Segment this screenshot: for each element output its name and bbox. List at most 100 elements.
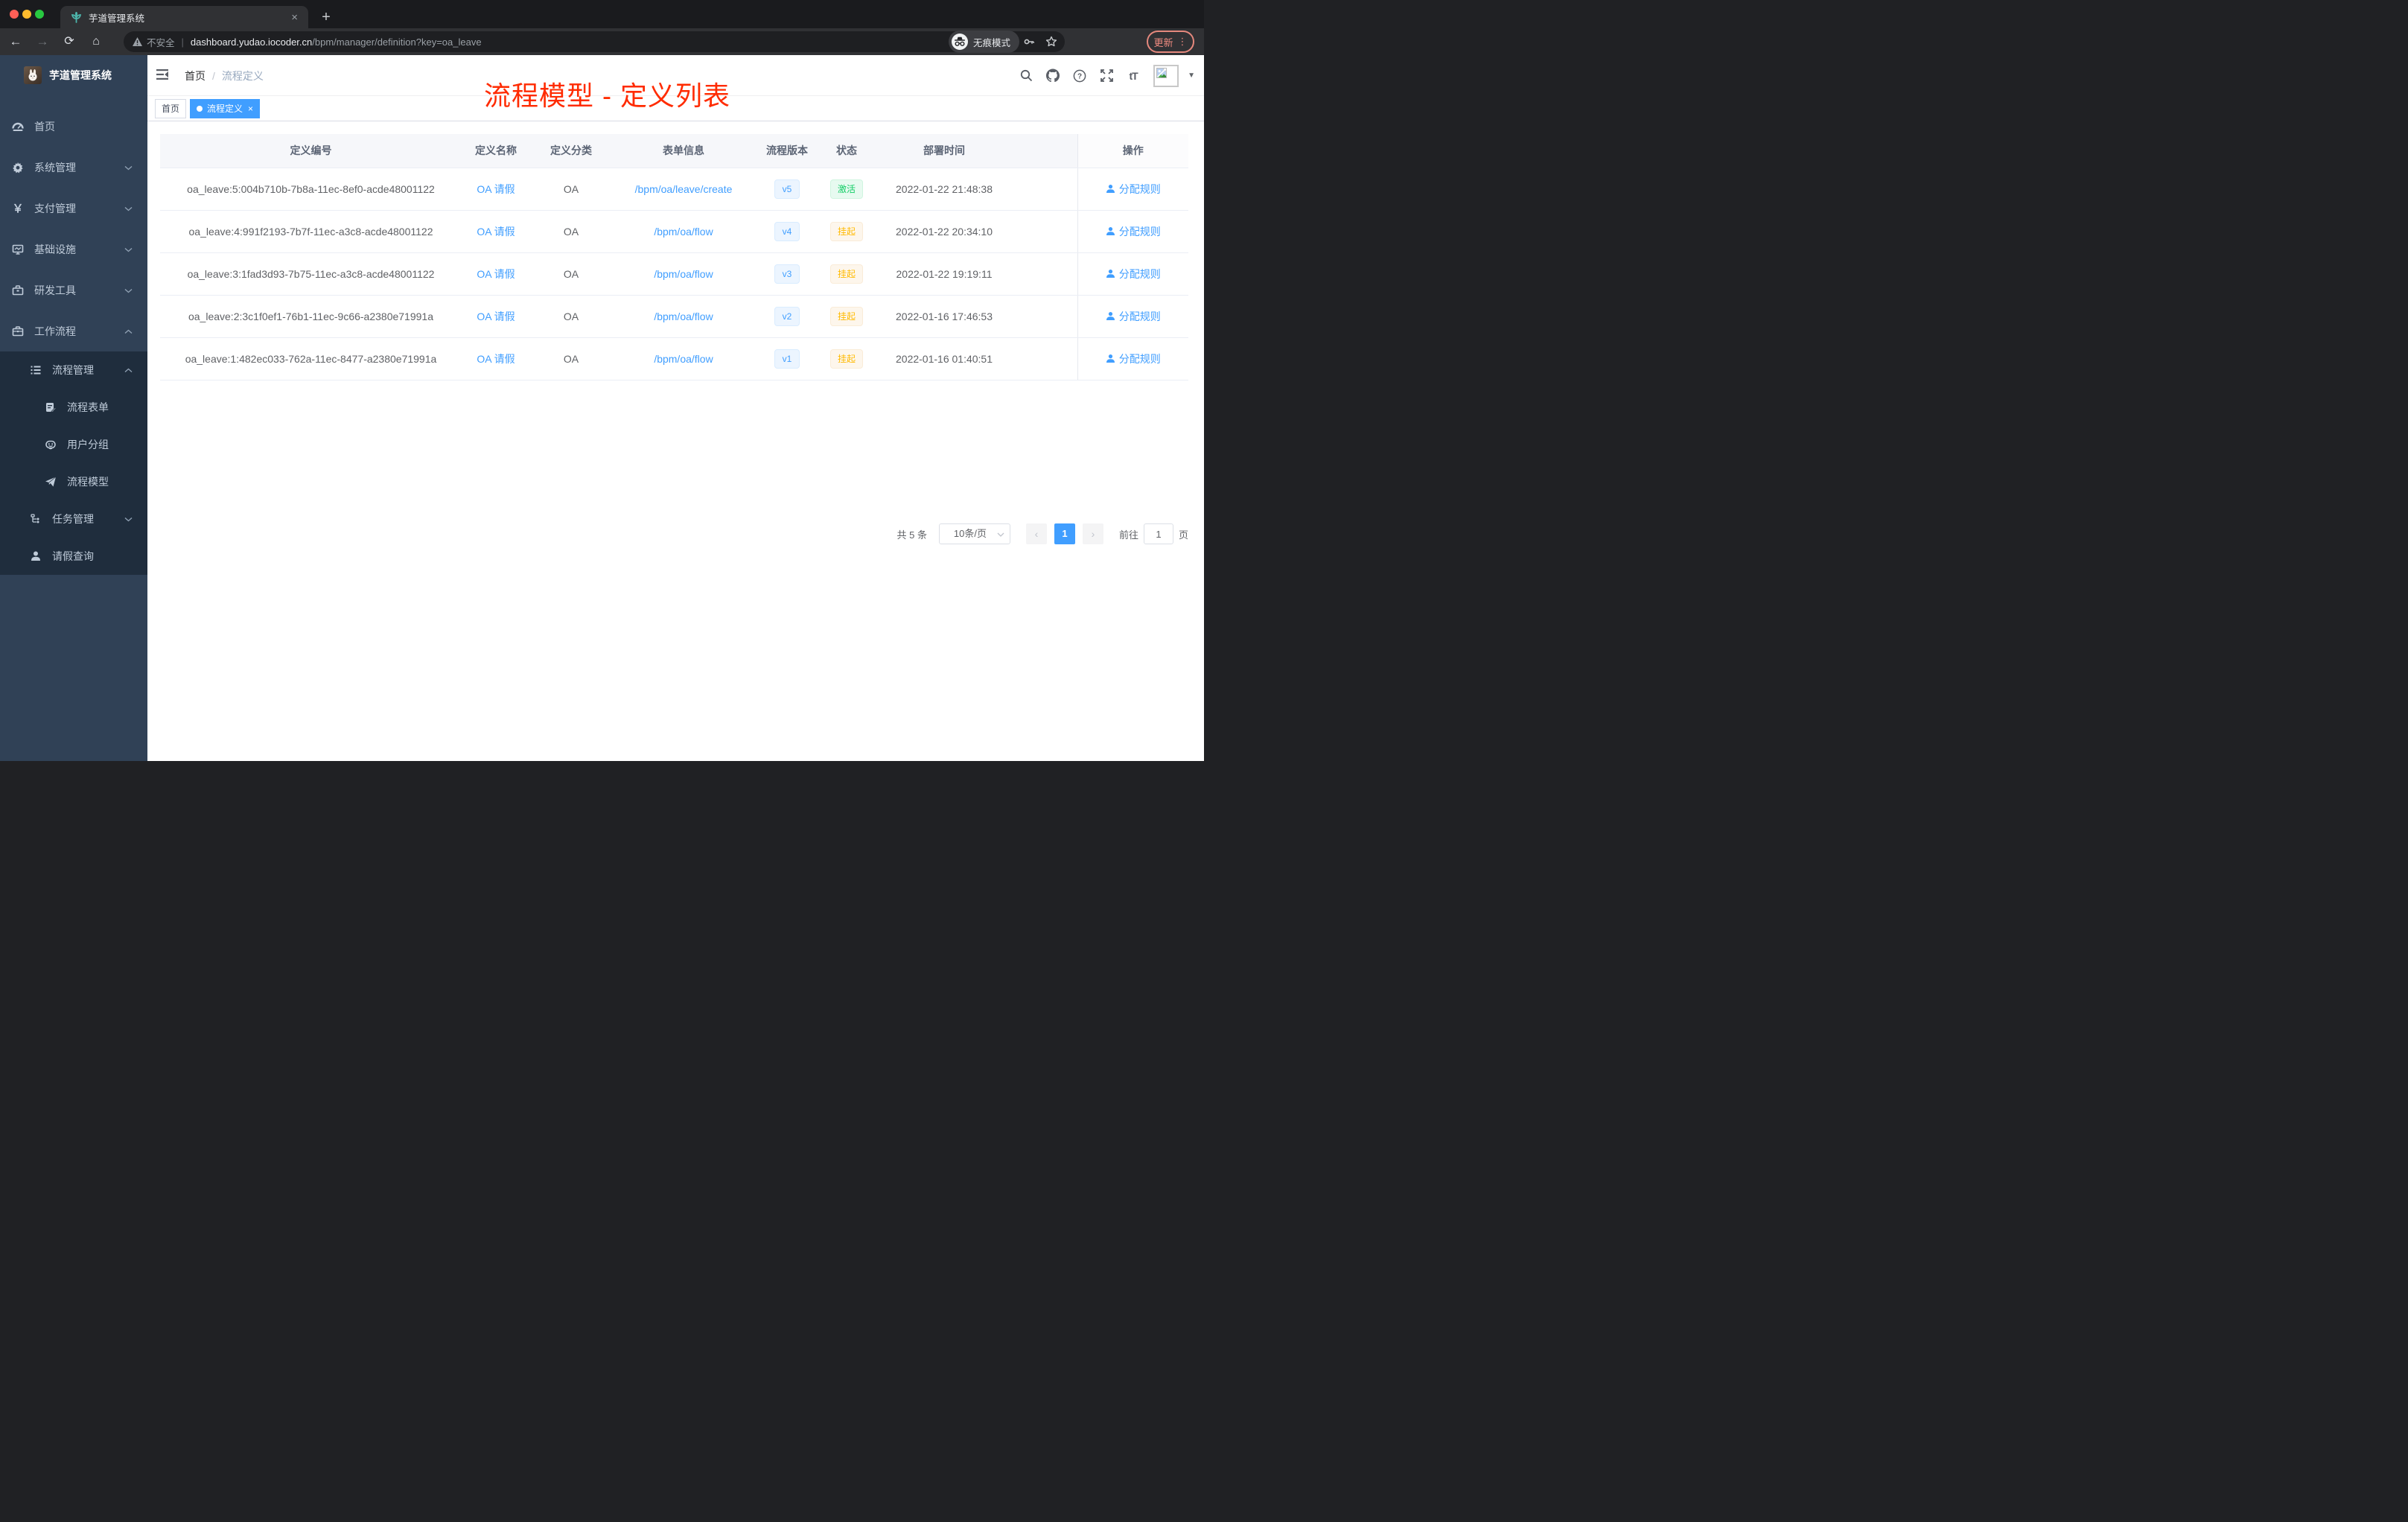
assign-rule-link[interactable]: 分配规则 (1106, 267, 1161, 281)
sidebar-item-devtools[interactable]: 研发工具 (0, 270, 147, 311)
assign-rule-link[interactable]: 分配规则 (1106, 224, 1161, 239)
window-minimize-button[interactable] (22, 10, 31, 19)
hamburger-icon[interactable] (155, 68, 170, 83)
user-group-face-icon (45, 439, 57, 450)
definition-name-link[interactable]: OA 请假 (477, 226, 515, 238)
next-page-button[interactable]: › (1082, 523, 1103, 544)
avatar-broken-image[interactable] (1153, 64, 1179, 87)
url-divider: | (181, 36, 184, 48)
navbar-actions: ? tT ▼ (1019, 55, 1195, 96)
definition-name-link[interactable]: OA 请假 (477, 268, 515, 280)
sidebar-item-label: 基础设施 (34, 243, 76, 255)
col-header-category: 定义分类 (530, 134, 612, 168)
sidebar-item-process-management[interactable]: 流程管理 (0, 351, 147, 389)
github-icon[interactable] (1046, 69, 1060, 83)
password-key-icon[interactable] (1023, 36, 1035, 48)
reload-icon[interactable]: ⟳ (58, 28, 80, 55)
sidebar-item-workflow[interactable]: 工作流程 (0, 311, 147, 351)
sidebar-item-label: 系统管理 (34, 161, 76, 173)
cell-id: oa_leave:4:991f2193-7b7f-11ec-a3c8-acde4… (160, 210, 462, 253)
col-header-id: 定义编号 (160, 134, 462, 168)
assign-rule-link[interactable]: 分配规则 (1106, 309, 1161, 324)
sidebar-item-process-model[interactable]: 流程模型 (0, 463, 147, 500)
tab-close-icon[interactable]: × (288, 12, 301, 23)
sidebar-item-label: 首页 (34, 120, 55, 133)
window-close-button[interactable] (10, 10, 19, 19)
cell-category: OA (530, 210, 612, 253)
app-window: 芋道管理系统 首页 系统管理 ￥ 支付管理 基础设施 研发工具 工作流程 流程管… (0, 55, 1204, 761)
pagination-total: 共 5 条 (896, 529, 927, 541)
sidebar-item-process-form[interactable]: 流程表单 (0, 389, 147, 426)
sidebar-item-user-group[interactable]: 用户分组 (0, 426, 147, 463)
address-bar[interactable]: 不安全 | dashboard.yudao.iocoder.cn/bpm/man… (124, 31, 1065, 52)
cell-category: OA (530, 295, 612, 338)
tag-home[interactable]: 首页 (155, 98, 187, 118)
form-link[interactable]: /bpm/oa/flow (654, 353, 713, 365)
breadcrumb-home[interactable]: 首页 (185, 69, 206, 83)
browser-toolbar: ← → ⟳ ⌂ 不安全 | dashboard.yudao.iocoder.cn… (0, 28, 1204, 55)
goto-label: 前往 (1118, 529, 1138, 541)
security-warning-label[interactable]: 不安全 (147, 35, 175, 49)
new-tab-button[interactable]: + (316, 7, 337, 28)
font-size-icon[interactable]: tT (1127, 69, 1140, 83)
definition-name-link[interactable]: OA 请假 (477, 353, 515, 365)
sidebar-logo[interactable]: 芋道管理系统 (0, 55, 147, 95)
tab-title: 芋道管理系统 (89, 13, 145, 24)
sidebar-item-leave-query[interactable]: 请假查询 (0, 538, 147, 575)
page-size-select[interactable]: 10条/页 (938, 523, 1010, 544)
version-badge: v2 (774, 306, 800, 326)
sidebar-item-home[interactable]: 首页 (0, 106, 147, 147)
logo-rabbit-image (24, 66, 42, 84)
current-page-button[interactable]: 1 (1054, 523, 1075, 544)
prev-page-button[interactable]: ‹ (1025, 523, 1047, 544)
avatar-caret-down-icon[interactable]: ▼ (1188, 71, 1195, 80)
kebab-menu-icon[interactable]: ⋮ (1178, 36, 1188, 46)
definition-name-link[interactable]: OA 请假 (477, 311, 515, 322)
sidebar-item-label: 任务管理 (52, 513, 94, 525)
assign-rule-link[interactable]: 分配规则 (1106, 182, 1161, 197)
forward-icon[interactable]: → (31, 28, 54, 55)
yen-icon: ￥ (12, 203, 24, 215)
definition-name-link[interactable]: OA 请假 (477, 183, 515, 195)
list-icon (30, 364, 42, 376)
sidebar-item-system[interactable]: 系统管理 (0, 147, 147, 188)
bookmark-star-icon[interactable] (1045, 36, 1057, 48)
url-path: /bpm/manager/definition?key=oa_leave (312, 36, 482, 48)
tag-close-icon[interactable]: × (248, 104, 253, 114)
col-header-action: 操作 (1077, 134, 1188, 168)
tag-process-definition[interactable]: 流程定义 × (190, 98, 261, 118)
status-badge: 挂起 (829, 348, 863, 369)
tree-icon (30, 513, 42, 525)
sidebar-item-infrastructure[interactable]: 基础设施 (0, 229, 147, 270)
search-icon[interactable] (1019, 69, 1033, 83)
form-link[interactable]: /bpm/oa/flow (654, 226, 713, 238)
fullscreen-icon[interactable] (1100, 69, 1113, 83)
table-row: oa_leave:1:482ec033-762a-11ec-8477-a2380… (160, 337, 1188, 380)
sidebar-item-label: 用户分组 (67, 439, 109, 450)
form-link[interactable]: /bpm/oa/leave/create (635, 183, 733, 195)
window-zoom-button[interactable] (35, 10, 44, 19)
person-icon (30, 550, 42, 562)
home-icon[interactable]: ⌂ (85, 28, 107, 55)
select-caret-icon (997, 532, 1004, 537)
toolbox-icon (12, 284, 24, 296)
browser-tab[interactable]: 芋道管理系统 × (60, 6, 308, 28)
status-badge: 挂起 (829, 264, 863, 284)
url-host: dashboard.yudao.iocoder.cn (190, 36, 313, 48)
security-warning-icon (133, 37, 142, 46)
cell-id: oa_leave:1:482ec033-762a-11ec-8477-a2380… (160, 337, 462, 380)
form-link[interactable]: /bpm/oa/flow (654, 268, 713, 280)
help-icon[interactable]: ? (1073, 69, 1086, 83)
cell-deploy-time: 2022-01-22 20:34:10 (874, 210, 1014, 253)
status-badge: 挂起 (829, 221, 863, 241)
goto-page-input[interactable] (1143, 523, 1173, 544)
chevron-down-icon (124, 517, 133, 522)
back-icon[interactable]: ← (4, 28, 27, 55)
cell-deploy-time: 2022-01-16 01:40:51 (874, 337, 1014, 380)
assign-rule-link[interactable]: 分配规则 (1106, 351, 1161, 366)
sidebar-item-payment[interactable]: ￥ 支付管理 (0, 188, 147, 229)
form-link[interactable]: /bpm/oa/flow (654, 311, 713, 322)
update-button[interactable]: 更新 ⋮ (1147, 31, 1194, 53)
cell-id: oa_leave:5:004b710b-7b8a-11ec-8ef0-acde4… (160, 168, 462, 211)
sidebar-item-task-management[interactable]: 任务管理 (0, 500, 147, 538)
